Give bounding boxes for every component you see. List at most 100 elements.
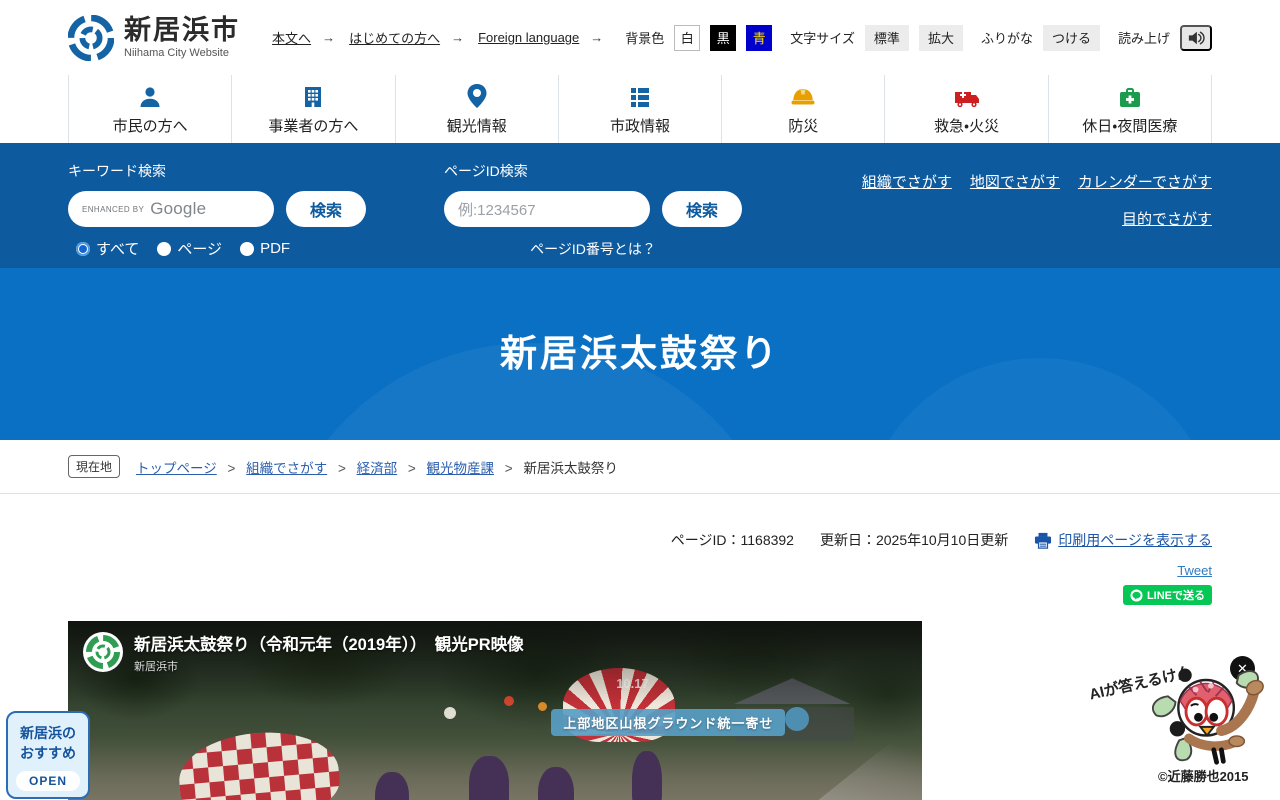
radio-dot bbox=[76, 242, 90, 256]
find-by-org-link[interactable]: 組織でさがす bbox=[862, 171, 952, 192]
nav-label: 事業者の方へ bbox=[268, 115, 358, 136]
radio-pdf[interactable]: PDF bbox=[240, 240, 290, 257]
quick-links: 組織でさがす 地図でさがす カレンダーでさがす 目的でさがす bbox=[862, 143, 1212, 268]
nav-item-tourism[interactable]: 観光情報 bbox=[395, 75, 558, 143]
recommend-open-tab[interactable]: 新居浜の おすすめ OPEN bbox=[6, 711, 90, 799]
ambulance-icon bbox=[953, 83, 981, 109]
mascot-copyright: ©近藤勝也2015 bbox=[1158, 766, 1249, 785]
furigana-label: ふりがな bbox=[981, 28, 1033, 47]
find-by-map-link[interactable]: 地図でさがす bbox=[970, 171, 1060, 192]
nav-item-city-info[interactable]: 市政情報 bbox=[558, 75, 721, 143]
radio-all[interactable]: すべて bbox=[76, 238, 139, 259]
page-meta: ページID：1168392 更新日：2025年10月10日更新 印刷用ページを表… bbox=[68, 530, 1212, 550]
first-time-link[interactable]: はじめての方へ bbox=[349, 28, 440, 47]
thumbnail-sign-text: 上部地区山根グラウンド統一寄せ bbox=[551, 709, 785, 736]
site-title: 新居浜市 bbox=[124, 16, 240, 46]
line-icon bbox=[1130, 589, 1143, 602]
current-location-badge: 現在地 bbox=[68, 455, 120, 478]
map-pin-icon bbox=[466, 83, 488, 109]
find-by-purpose-link[interactable]: 目的でさがす bbox=[1122, 211, 1212, 228]
page-id-help-link[interactable]: ページID番号とは？ bbox=[444, 239, 742, 259]
print-page-link[interactable]: 印刷用ページを表示する bbox=[1034, 530, 1212, 550]
find-by-calendar-link[interactable]: カレンダーでさがす bbox=[1078, 171, 1212, 192]
page-id-search-button[interactable]: 検索 bbox=[662, 191, 742, 227]
first-aid-icon bbox=[1118, 83, 1142, 109]
font-enlarge-button[interactable]: 拡大 bbox=[919, 25, 963, 51]
printer-icon bbox=[1034, 532, 1052, 549]
breadcrumb-separator: > bbox=[408, 461, 416, 476]
radio-dot bbox=[240, 242, 254, 256]
breadcrumb-separator: > bbox=[228, 461, 236, 476]
breadcrumb-separator: > bbox=[505, 461, 513, 476]
page-id-placeholder: 例:1234567 bbox=[458, 199, 536, 220]
thumbnail-figure bbox=[469, 756, 509, 800]
nav-label: 観光情報 bbox=[447, 115, 507, 136]
breadcrumb: 現在地 トップページ > 組織でさがす > 経済部 > 観光物産課 > 新居浜太… bbox=[0, 440, 1280, 494]
video-channel[interactable]: 新居浜市 bbox=[134, 658, 524, 674]
open-button[interactable]: OPEN bbox=[16, 771, 80, 791]
breadcrumb-division[interactable]: 観光物産課 bbox=[427, 461, 495, 476]
keyword-search-input[interactable]: ENHANCED BY Google bbox=[68, 191, 274, 227]
foreign-language-link[interactable]: Foreign language bbox=[478, 30, 579, 45]
nav-item-business[interactable]: 事業者の方へ bbox=[231, 75, 394, 143]
tweet-link[interactable]: Tweet bbox=[1177, 563, 1212, 578]
global-nav: 市民の方へ 事業者の方へ 観光情報 市政情報 bbox=[0, 75, 1280, 143]
utility-bar: 本文へ → はじめての方へ → Foreign language → 背景色 白… bbox=[272, 25, 1212, 51]
readout-speaker-button[interactable] bbox=[1180, 25, 1212, 51]
breadcrumb-current-page: 新居浜太鼓祭り bbox=[523, 461, 618, 476]
hero-banner: 新居浜太鼓祭り bbox=[0, 268, 1280, 440]
nav-item-citizens[interactable]: 市民の方へ bbox=[68, 75, 231, 143]
recommend-line2: おすすめ bbox=[20, 745, 76, 761]
search-band: キーワード検索 ENHANCED BY Google 検索 すべて ページ PD… bbox=[0, 143, 1280, 268]
breadcrumb-home[interactable]: トップページ bbox=[136, 461, 217, 476]
nav-item-emergency[interactable]: 救急・火災 bbox=[884, 75, 1047, 143]
main-content: ページID：1168392 更新日：2025年10月10日更新 印刷用ページを表… bbox=[0, 530, 1280, 800]
google-brand-text: Google bbox=[150, 199, 206, 219]
video-title[interactable]: 新居浜太鼓祭り（令和元年（2019年）） 観光PR映像 bbox=[134, 631, 524, 655]
thumbnail-figure bbox=[632, 751, 662, 800]
skip-to-content-link[interactable]: 本文へ bbox=[272, 28, 311, 47]
channel-avatar[interactable] bbox=[82, 631, 124, 673]
building-icon bbox=[301, 83, 325, 109]
radio-page[interactable]: ページ bbox=[157, 238, 222, 259]
keyword-search-label: キーワード検索 bbox=[68, 161, 366, 181]
keyword-search-block: キーワード検索 ENHANCED BY Google 検索 すべて ページ PD… bbox=[68, 143, 366, 268]
site-subtitle: Niihama City Website bbox=[124, 47, 240, 59]
thumbnail-sign-badge bbox=[785, 707, 809, 731]
nav-item-disaster[interactable]: 防災 bbox=[721, 75, 884, 143]
breadcrumb-separator: > bbox=[338, 461, 346, 476]
arrow-icon: → bbox=[590, 30, 603, 45]
nav-label: 休日・夜間医療 bbox=[1082, 115, 1177, 136]
page: 新居浜市 Niihama City Website 本文へ → はじめての方へ … bbox=[0, 0, 1280, 800]
page-id-input[interactable]: 例:1234567 bbox=[444, 191, 650, 227]
page-title: 新居浜太鼓祭り bbox=[0, 268, 1280, 440]
nav-label: 防災 bbox=[788, 115, 818, 136]
enhanced-by-text: ENHANCED BY bbox=[82, 205, 144, 214]
mascot-character[interactable] bbox=[1150, 658, 1266, 768]
radio-dot bbox=[157, 242, 171, 256]
font-size-label: 文字サイズ bbox=[790, 28, 855, 47]
furigana-on-button[interactable]: つける bbox=[1043, 25, 1100, 51]
line-share-button[interactable]: LINEで送る bbox=[1123, 585, 1212, 605]
site-logo[interactable]: 新居浜市 Niihama City Website bbox=[68, 15, 240, 61]
page-id-search-label: ページID検索 bbox=[444, 161, 742, 181]
nav-label: 救急・火災 bbox=[934, 115, 999, 136]
recommend-line1: 新居浜の bbox=[20, 725, 76, 741]
bg-black-button[interactable]: 黒 bbox=[710, 25, 736, 51]
nav-label: 市政情報 bbox=[610, 115, 670, 136]
keyword-search-button[interactable]: 検索 bbox=[286, 191, 366, 227]
font-standard-button[interactable]: 標準 bbox=[865, 25, 909, 51]
site-header: 新居浜市 Niihama City Website 本文へ → はじめての方へ … bbox=[0, 0, 1280, 75]
breadcrumb-dept[interactable]: 経済部 bbox=[357, 461, 398, 476]
helmet-icon bbox=[790, 83, 816, 109]
breadcrumb-org[interactable]: 組織でさがす bbox=[246, 461, 327, 476]
nav-label: 市民の方へ bbox=[113, 115, 188, 136]
bg-blue-button[interactable]: 青 bbox=[746, 25, 772, 51]
nav-item-holiday-medical[interactable]: 休日・夜間医療 bbox=[1048, 75, 1212, 143]
arrow-icon: → bbox=[451, 30, 464, 45]
page-id-search-block: ページID検索 例:1234567 検索 ページID番号とは？ bbox=[444, 143, 742, 268]
thumbnail-balloon bbox=[444, 707, 456, 719]
video-player[interactable]: 10.17 上部地区山根グラウンド統一寄せ 新居浜太鼓祭り（令和元年（2019年… bbox=[68, 621, 922, 800]
bg-white-button[interactable]: 白 bbox=[674, 25, 700, 51]
updated-date: 更新日：2025年10月10日更新 bbox=[820, 530, 1008, 550]
